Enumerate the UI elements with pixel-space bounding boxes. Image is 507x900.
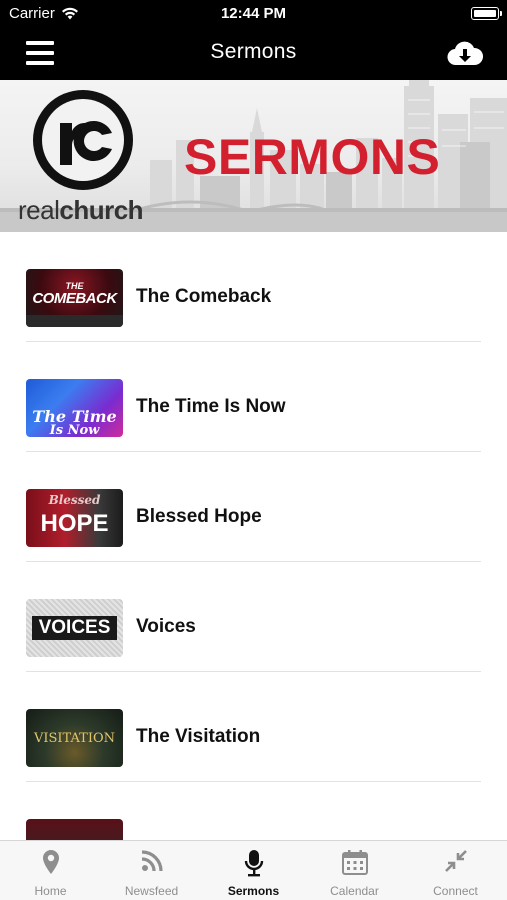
sermon-title: The Comeback	[136, 286, 272, 307]
logo-word-light: real	[18, 195, 60, 225]
tab-label: Sermons	[227, 884, 280, 898]
sermons-banner: realchurch SERMONS	[0, 80, 507, 232]
tab-label: Newsfeed	[124, 884, 179, 898]
tab-label: Calendar	[330, 884, 379, 898]
tab-sermons[interactable]: Sermons	[203, 841, 304, 900]
sermon-title: Blessed Hope	[136, 506, 262, 527]
microphone-icon	[244, 850, 263, 877]
map-pin-icon	[42, 850, 59, 874]
sermon-thumbnail: Blessed HOPE	[26, 489, 123, 547]
sermon-thumbnail: The Time Is Now	[26, 379, 123, 437]
sermon-title: Voices	[136, 616, 196, 637]
realchurch-logo-icon	[33, 90, 133, 190]
thumbnail-subtitle: Blessed	[48, 493, 101, 507]
thumbnail-title: VISITATION	[33, 731, 116, 746]
thumbnail-title: VOICES	[32, 616, 117, 640]
sermon-thumbnail: VOICES	[26, 599, 123, 657]
sermon-list: THE COMEBACK The Comeback The Time Is No…	[0, 232, 507, 892]
sermon-thumbnail: VISITATION	[26, 709, 123, 767]
sermon-thumbnail: THE COMEBACK	[26, 269, 123, 327]
sermon-row-blessed-hope[interactable]: Blessed HOPE Blessed Hope	[0, 452, 507, 562]
thumbnail-title: HOPE	[40, 510, 109, 537]
status-time: 12:44 PM	[220, 5, 287, 22]
sermon-row-voices[interactable]: VOICES Voices	[0, 562, 507, 672]
sermon-title: The Visitation	[136, 726, 261, 747]
thumbnail-title: COMEBACK	[32, 290, 117, 307]
rss-icon	[141, 850, 163, 872]
cloud-download-icon[interactable]	[447, 39, 483, 67]
tab-calendar[interactable]: Calendar	[304, 841, 405, 900]
logo-wordmark: realchurch	[18, 195, 144, 225]
sermon-title: The Time Is Now	[136, 396, 286, 417]
tab-bar: Home Newsfeed Sermons Calendar Connect	[0, 840, 507, 900]
calendar-icon	[341, 850, 368, 875]
banner-title: SERMONS	[184, 129, 441, 185]
tab-label: Home	[34, 884, 67, 898]
page-title: Sermons	[210, 40, 297, 63]
tab-connect[interactable]: Connect	[405, 841, 506, 900]
sermon-row-the-comeback[interactable]: THE COMEBACK The Comeback	[0, 232, 507, 342]
status-bar: Carrier 12:44 PM	[0, 0, 507, 28]
tab-label: Connect	[433, 884, 478, 898]
tab-newsfeed[interactable]: Newsfeed	[101, 841, 202, 900]
nav-bar: Sermons	[0, 28, 507, 80]
battery-icon	[471, 7, 502, 20]
logo-word-bold: church	[59, 195, 144, 225]
sermon-row-the-time-is-now[interactable]: The Time Is Now The Time Is Now	[0, 342, 507, 452]
arrows-in-icon	[444, 850, 467, 872]
thumbnail-subtitle: Is Now	[49, 423, 100, 437]
tab-home[interactable]: Home	[0, 841, 101, 900]
sermon-row-the-visitation[interactable]: VISITATION The Visitation	[0, 672, 507, 782]
